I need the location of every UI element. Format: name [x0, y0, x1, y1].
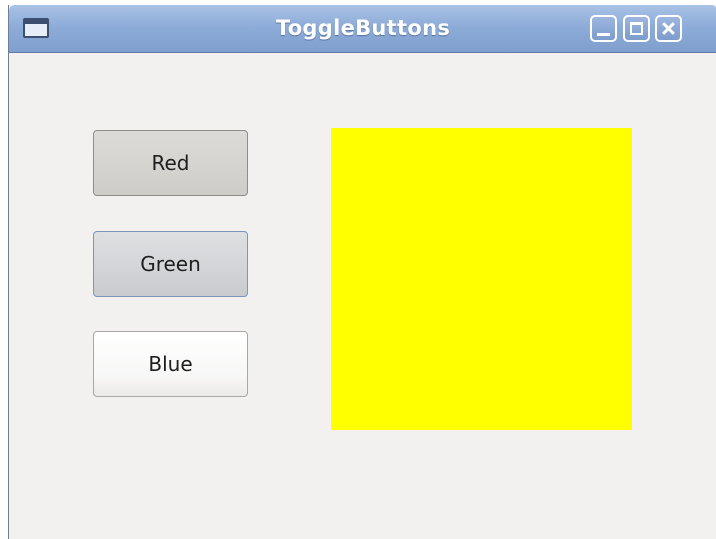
- title-bar[interactable]: ToggleButtons: [9, 5, 716, 53]
- app-window: ToggleButtons Red Green Blue: [8, 5, 716, 539]
- minimize-icon[interactable]: [590, 15, 617, 42]
- red-toggle-label: Red: [151, 151, 190, 175]
- green-toggle-button[interactable]: Green: [93, 231, 248, 297]
- close-icon[interactable]: [655, 15, 682, 42]
- red-toggle-button[interactable]: Red: [93, 130, 248, 196]
- green-toggle-label: Green: [140, 252, 201, 276]
- maximize-icon[interactable]: [623, 15, 650, 42]
- color-swatch: [331, 128, 632, 430]
- blue-toggle-button[interactable]: Blue: [93, 331, 248, 397]
- blue-toggle-label: Blue: [148, 352, 193, 376]
